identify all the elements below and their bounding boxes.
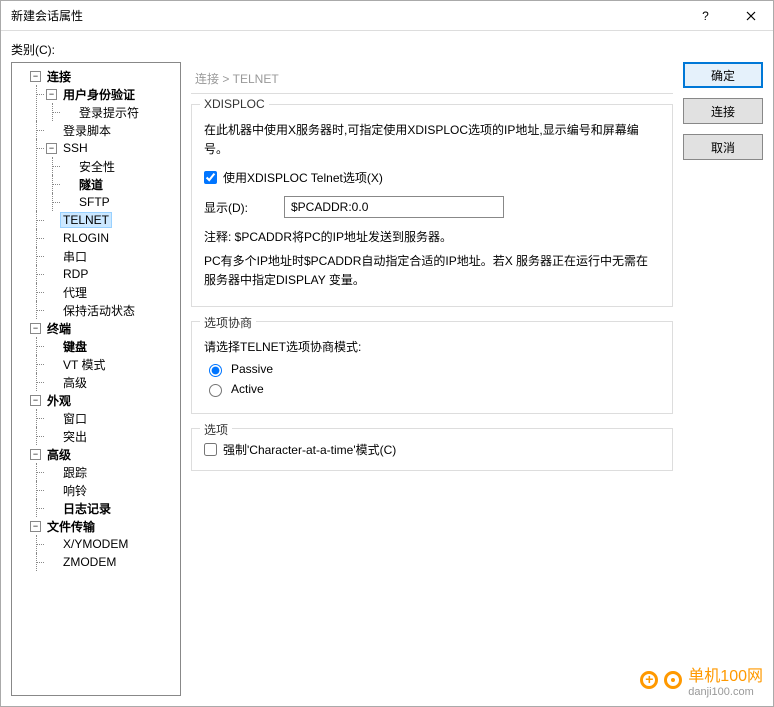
tree-tunnel[interactable]: 隧道 <box>76 175 106 194</box>
watermark-brand: 单机100网 <box>688 662 763 686</box>
tree-bell[interactable]: 响铃 <box>60 481 90 500</box>
tree-login-prompt[interactable]: 登录提示符 <box>76 103 142 122</box>
collapse-icon[interactable]: − <box>46 89 57 100</box>
close-icon <box>746 11 756 21</box>
tree-log[interactable]: 日志记录 <box>60 499 114 518</box>
xdisploc-legend: XDISPLOC <box>200 97 269 111</box>
use-xdisploc-label: 使用XDISPLOC Telnet选项(X) <box>223 169 383 186</box>
titlebar: 新建会话属性 ? <box>1 1 773 31</box>
help-button[interactable]: ? <box>683 1 728 31</box>
collapse-icon[interactable]: − <box>46 143 57 154</box>
display-label: 显示(D): <box>204 199 274 216</box>
cancel-button[interactable]: 取消 <box>683 134 763 160</box>
watermark-icon <box>640 671 658 689</box>
tree-advanced[interactable]: 高级 <box>44 445 74 464</box>
tree-term-advanced[interactable]: 高级 <box>60 373 90 392</box>
tree-connection[interactable]: 连接 <box>44 67 74 86</box>
main-panel: 连接 > TELNET XDISPLOC 在此机器中使用X服务器时,可指定使用X… <box>191 62 673 696</box>
window-title: 新建会话属性 <box>1 7 683 24</box>
close-button[interactable] <box>728 1 773 31</box>
use-xdisploc-input[interactable] <box>204 171 217 184</box>
dialog-buttons: 确定 连接 取消 <box>683 62 763 696</box>
tree-keyboard[interactable]: 键盘 <box>60 337 90 356</box>
category-tree[interactable]: −连接 −用户身份验证 登录提示符 登录脚本 −SSH 安全性 <box>11 62 181 696</box>
tree-serial[interactable]: 串口 <box>60 247 90 266</box>
force-cat-input[interactable] <box>204 443 217 456</box>
use-xdisploc-checkbox[interactable]: 使用XDISPLOC Telnet选项(X) <box>204 169 383 186</box>
tree-ssh[interactable]: SSH <box>60 140 91 156</box>
watermark-url: danji100.com <box>688 686 763 698</box>
xdisploc-desc: 在此机器中使用X服务器时,可指定使用XDISPLOC选项的IP地址,显示编号和屏… <box>204 121 660 159</box>
tree-appearance[interactable]: 外观 <box>44 391 74 410</box>
negotiation-prompt: 请选择TELNET选项协商模式: <box>204 338 660 357</box>
tree-proxy[interactable]: 代理 <box>60 283 90 302</box>
tree-window[interactable]: 窗口 <box>60 409 90 428</box>
watermark: 单机100网 danji100.com <box>640 662 763 698</box>
negotiation-legend: 选项协商 <box>200 314 256 331</box>
tree-filetransfer[interactable]: 文件传输 <box>44 517 98 536</box>
collapse-icon[interactable]: − <box>30 449 41 460</box>
tree-rlogin[interactable]: RLOGIN <box>60 230 112 246</box>
tree-popup[interactable]: 突出 <box>60 427 90 446</box>
tree-vtmode[interactable]: VT 模式 <box>60 355 108 374</box>
force-cat-checkbox[interactable]: 强制'Character-at-a-time'模式(C) <box>204 441 660 458</box>
tree-keepalive[interactable]: 保持活动状态 <box>60 301 138 320</box>
tree-login-script[interactable]: 登录脚本 <box>60 121 114 140</box>
collapse-icon[interactable]: − <box>30 323 41 334</box>
xdisploc-group: XDISPLOC 在此机器中使用X服务器时,可指定使用XDISPLOC选项的IP… <box>191 104 673 307</box>
radio-passive[interactable]: Passive <box>204 361 660 377</box>
negotiation-group: 选项协商 请选择TELNET选项协商模式: Passive Active <box>191 321 673 414</box>
collapse-icon[interactable]: − <box>30 395 41 406</box>
tree-zmodem[interactable]: ZMODEM <box>60 554 119 570</box>
force-cat-label: 强制'Character-at-a-time'模式(C) <box>223 441 396 458</box>
options-group: 选项 强制'Character-at-a-time'模式(C) <box>191 428 673 471</box>
xdisploc-note2: PC有多个IP地址时$PCADDR自动指定合适的IP地址。若X 服务器正在运行中… <box>204 252 660 290</box>
radio-active[interactable]: Active <box>204 381 660 397</box>
tree-trace[interactable]: 跟踪 <box>60 463 90 482</box>
collapse-icon[interactable]: − <box>30 521 41 532</box>
tree-terminal[interactable]: 终端 <box>44 319 74 338</box>
breadcrumb: 连接 > TELNET <box>191 62 673 94</box>
category-label: 类别(C): <box>11 41 763 58</box>
tree-telnet[interactable]: TELNET <box>60 212 112 228</box>
display-input[interactable] <box>284 196 504 218</box>
ok-button[interactable]: 确定 <box>683 62 763 88</box>
tree-security[interactable]: 安全性 <box>76 157 118 176</box>
xdisploc-note1: 注释: $PCADDR将PC的IP地址发送到服务器。 <box>204 228 660 247</box>
watermark-icon <box>664 671 682 689</box>
tree-sftp[interactable]: SFTP <box>76 194 113 210</box>
collapse-icon[interactable]: − <box>30 71 41 82</box>
tree-xymodem[interactable]: X/YMODEM <box>60 536 131 552</box>
tree-rdp[interactable]: RDP <box>60 266 91 282</box>
connect-button[interactable]: 连接 <box>683 98 763 124</box>
tree-auth[interactable]: 用户身份验证 <box>60 85 138 104</box>
options-legend: 选项 <box>200 421 232 438</box>
